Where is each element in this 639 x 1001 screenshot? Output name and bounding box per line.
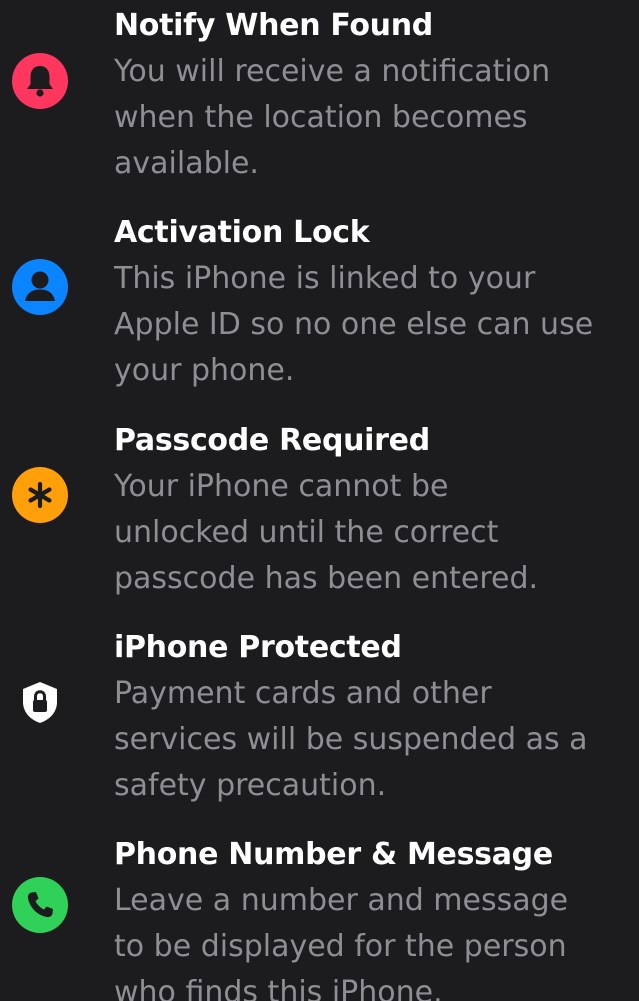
person-icon: [12, 259, 68, 315]
feature-description: This iPhone is linked to your Apple ID s…: [114, 256, 639, 394]
phone-icon: [12, 877, 68, 933]
description-line: who finds this iPhone.: [114, 975, 443, 1001]
feature-description: Payment cards and other services will be…: [114, 671, 639, 809]
description-line: You will receive a notification: [114, 54, 551, 89]
feature-description: You will receive a notification when the…: [114, 49, 639, 187]
shield-lock-icon: [12, 674, 68, 730]
description-line: unlocked until the correct: [114, 515, 499, 550]
description-line: services will be suspended as a: [114, 722, 588, 757]
description-line: This iPhone is linked to your: [114, 261, 536, 296]
feature-title: Notify When Found: [114, 8, 433, 43]
feature-description: Your iPhone cannot be unlocked until the…: [114, 464, 639, 602]
feature-title: iPhone Protected: [114, 630, 402, 665]
description-line: Apple ID so no one else can use: [114, 307, 594, 342]
description-line: Your iPhone cannot be: [114, 469, 449, 504]
description-line: Payment cards and other: [114, 676, 492, 711]
description-line: your phone.: [114, 353, 295, 388]
description-line: available.: [114, 146, 259, 181]
description-line: to be displayed for the person: [114, 929, 567, 964]
description-line: passcode has been entered.: [114, 561, 539, 596]
asterisk-icon: [12, 467, 68, 523]
description-line: when the location becomes: [114, 100, 528, 135]
feature-title: Activation Lock: [114, 215, 370, 250]
lost-mode-features-screen: Notify When Found You will receive a not…: [0, 0, 639, 1001]
feature-title: Phone Number & Message: [114, 837, 553, 872]
feature-description: Leave a number and message to be display…: [114, 878, 639, 1001]
bell-icon: [12, 53, 68, 109]
description-line: safety precaution.: [114, 768, 387, 803]
feature-title: Passcode Required: [114, 423, 430, 458]
description-line: Leave a number and message: [114, 883, 569, 918]
